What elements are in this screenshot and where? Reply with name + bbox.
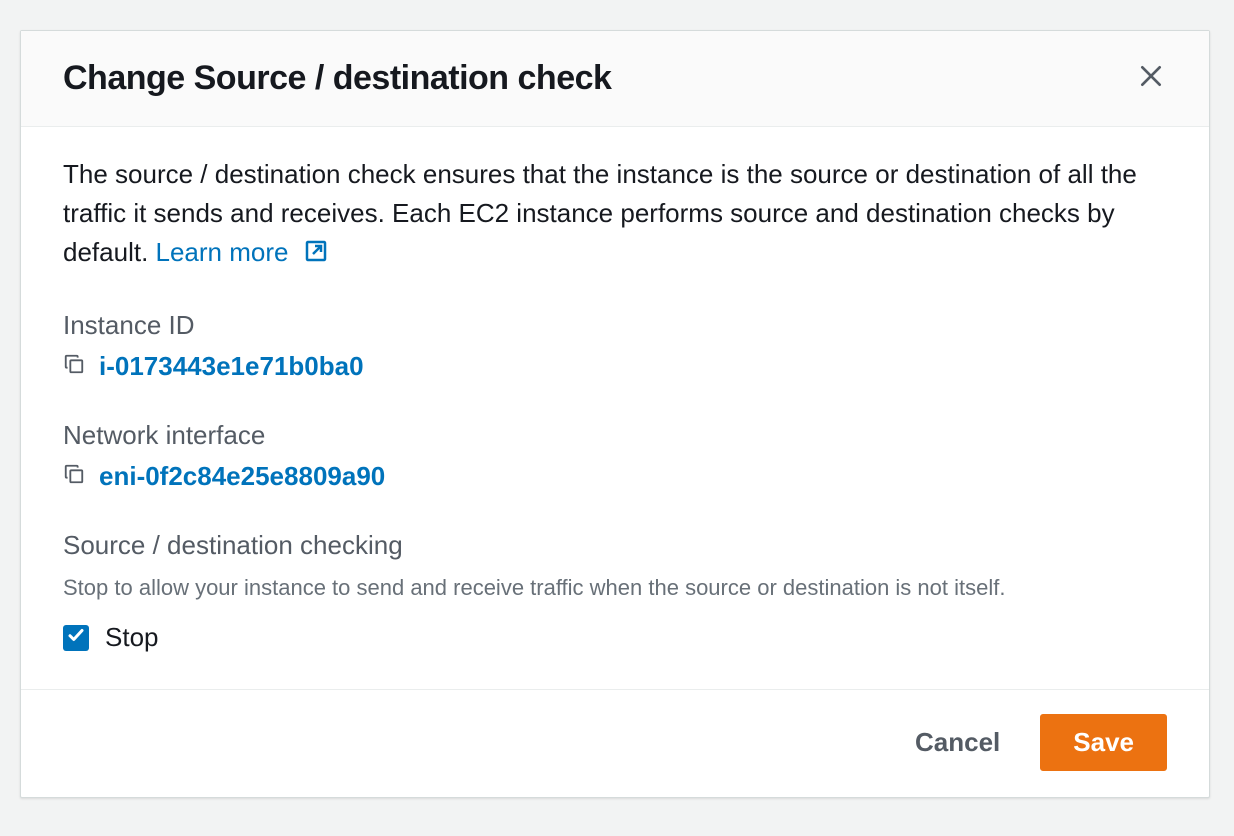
cancel-button[interactable]: Cancel — [907, 717, 1008, 768]
source-dest-check-modal: Change Source / destination check The so… — [20, 30, 1210, 798]
instance-id-label: Instance ID — [63, 310, 1167, 341]
src-dest-checking-label: Source / destination checking — [63, 530, 1167, 561]
copy-icon — [63, 463, 85, 490]
check-icon — [67, 626, 85, 649]
external-link-icon — [304, 239, 328, 263]
modal-body: The source / destination check ensures t… — [21, 127, 1209, 690]
instance-id-link[interactable]: i-0173443e1e71b0ba0 — [99, 351, 364, 382]
modal-footer: Cancel Save — [21, 690, 1209, 797]
learn-more-link[interactable]: Learn more — [156, 237, 328, 267]
modal-title: Change Source / destination check — [63, 59, 611, 98]
learn-more-label: Learn more — [156, 237, 289, 267]
stop-checkbox-label: Stop — [105, 622, 159, 653]
save-button[interactable]: Save — [1040, 714, 1167, 771]
close-button[interactable] — [1133, 61, 1169, 97]
src-dest-checking-field: Source / destination checking Stop to al… — [63, 530, 1167, 653]
network-interface-link[interactable]: eni-0f2c84e25e8809a90 — [99, 461, 385, 492]
copy-instance-id-button[interactable] — [63, 353, 85, 380]
copy-icon — [63, 353, 85, 380]
network-interface-label: Network interface — [63, 420, 1167, 451]
close-icon — [1138, 63, 1164, 94]
network-interface-field: Network interface eni-0f2c84e25e8809a90 — [63, 420, 1167, 492]
stop-checkbox-row[interactable]: Stop — [63, 622, 1167, 653]
stop-checkbox[interactable] — [63, 625, 89, 651]
network-interface-value-row: eni-0f2c84e25e8809a90 — [63, 461, 1167, 492]
instance-id-field: Instance ID i-0173443e1e71b0ba0 — [63, 310, 1167, 382]
modal-header: Change Source / destination check — [21, 31, 1209, 127]
copy-network-interface-button[interactable] — [63, 463, 85, 490]
src-dest-checking-sublabel: Stop to allow your instance to send and … — [63, 571, 1167, 604]
instance-id-value-row: i-0173443e1e71b0ba0 — [63, 351, 1167, 382]
modal-description: The source / destination check ensures t… — [63, 155, 1167, 272]
